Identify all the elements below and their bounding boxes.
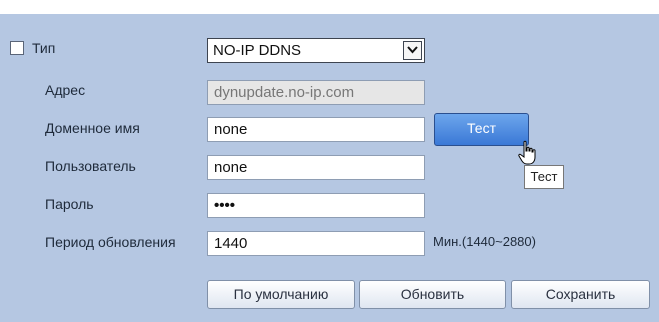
chevron-down-icon[interactable] (403, 41, 422, 60)
address-field[interactable] (207, 80, 425, 105)
refresh-button[interactable]: Обновить (359, 280, 506, 309)
period-unit: Мин.(1440~2880) (433, 234, 536, 249)
user-label: Пользователь (45, 158, 136, 174)
address-label: Адрес (45, 82, 86, 98)
domain-field[interactable] (207, 117, 425, 142)
domain-label: Доменное имя (45, 120, 140, 136)
type-select[interactable]: NO-IP DDNS (207, 38, 425, 63)
default-button[interactable]: По умолчанию (207, 280, 355, 309)
test-button[interactable]: Тест (434, 113, 529, 146)
type-select-value: NO-IP DDNS (213, 42, 302, 59)
save-button[interactable]: Сохранить (511, 280, 650, 309)
hand-pointer-icon (518, 140, 536, 165)
period-field[interactable] (207, 231, 425, 256)
test-tooltip: Тест (524, 165, 564, 189)
password-label: Пароль (45, 196, 94, 212)
ddns-enable-checkbox[interactable] (10, 41, 24, 55)
user-field[interactable] (207, 155, 425, 180)
period-label: Период обновления (45, 234, 176, 250)
type-label: Тип (32, 40, 56, 56)
password-field[interactable] (207, 193, 425, 218)
